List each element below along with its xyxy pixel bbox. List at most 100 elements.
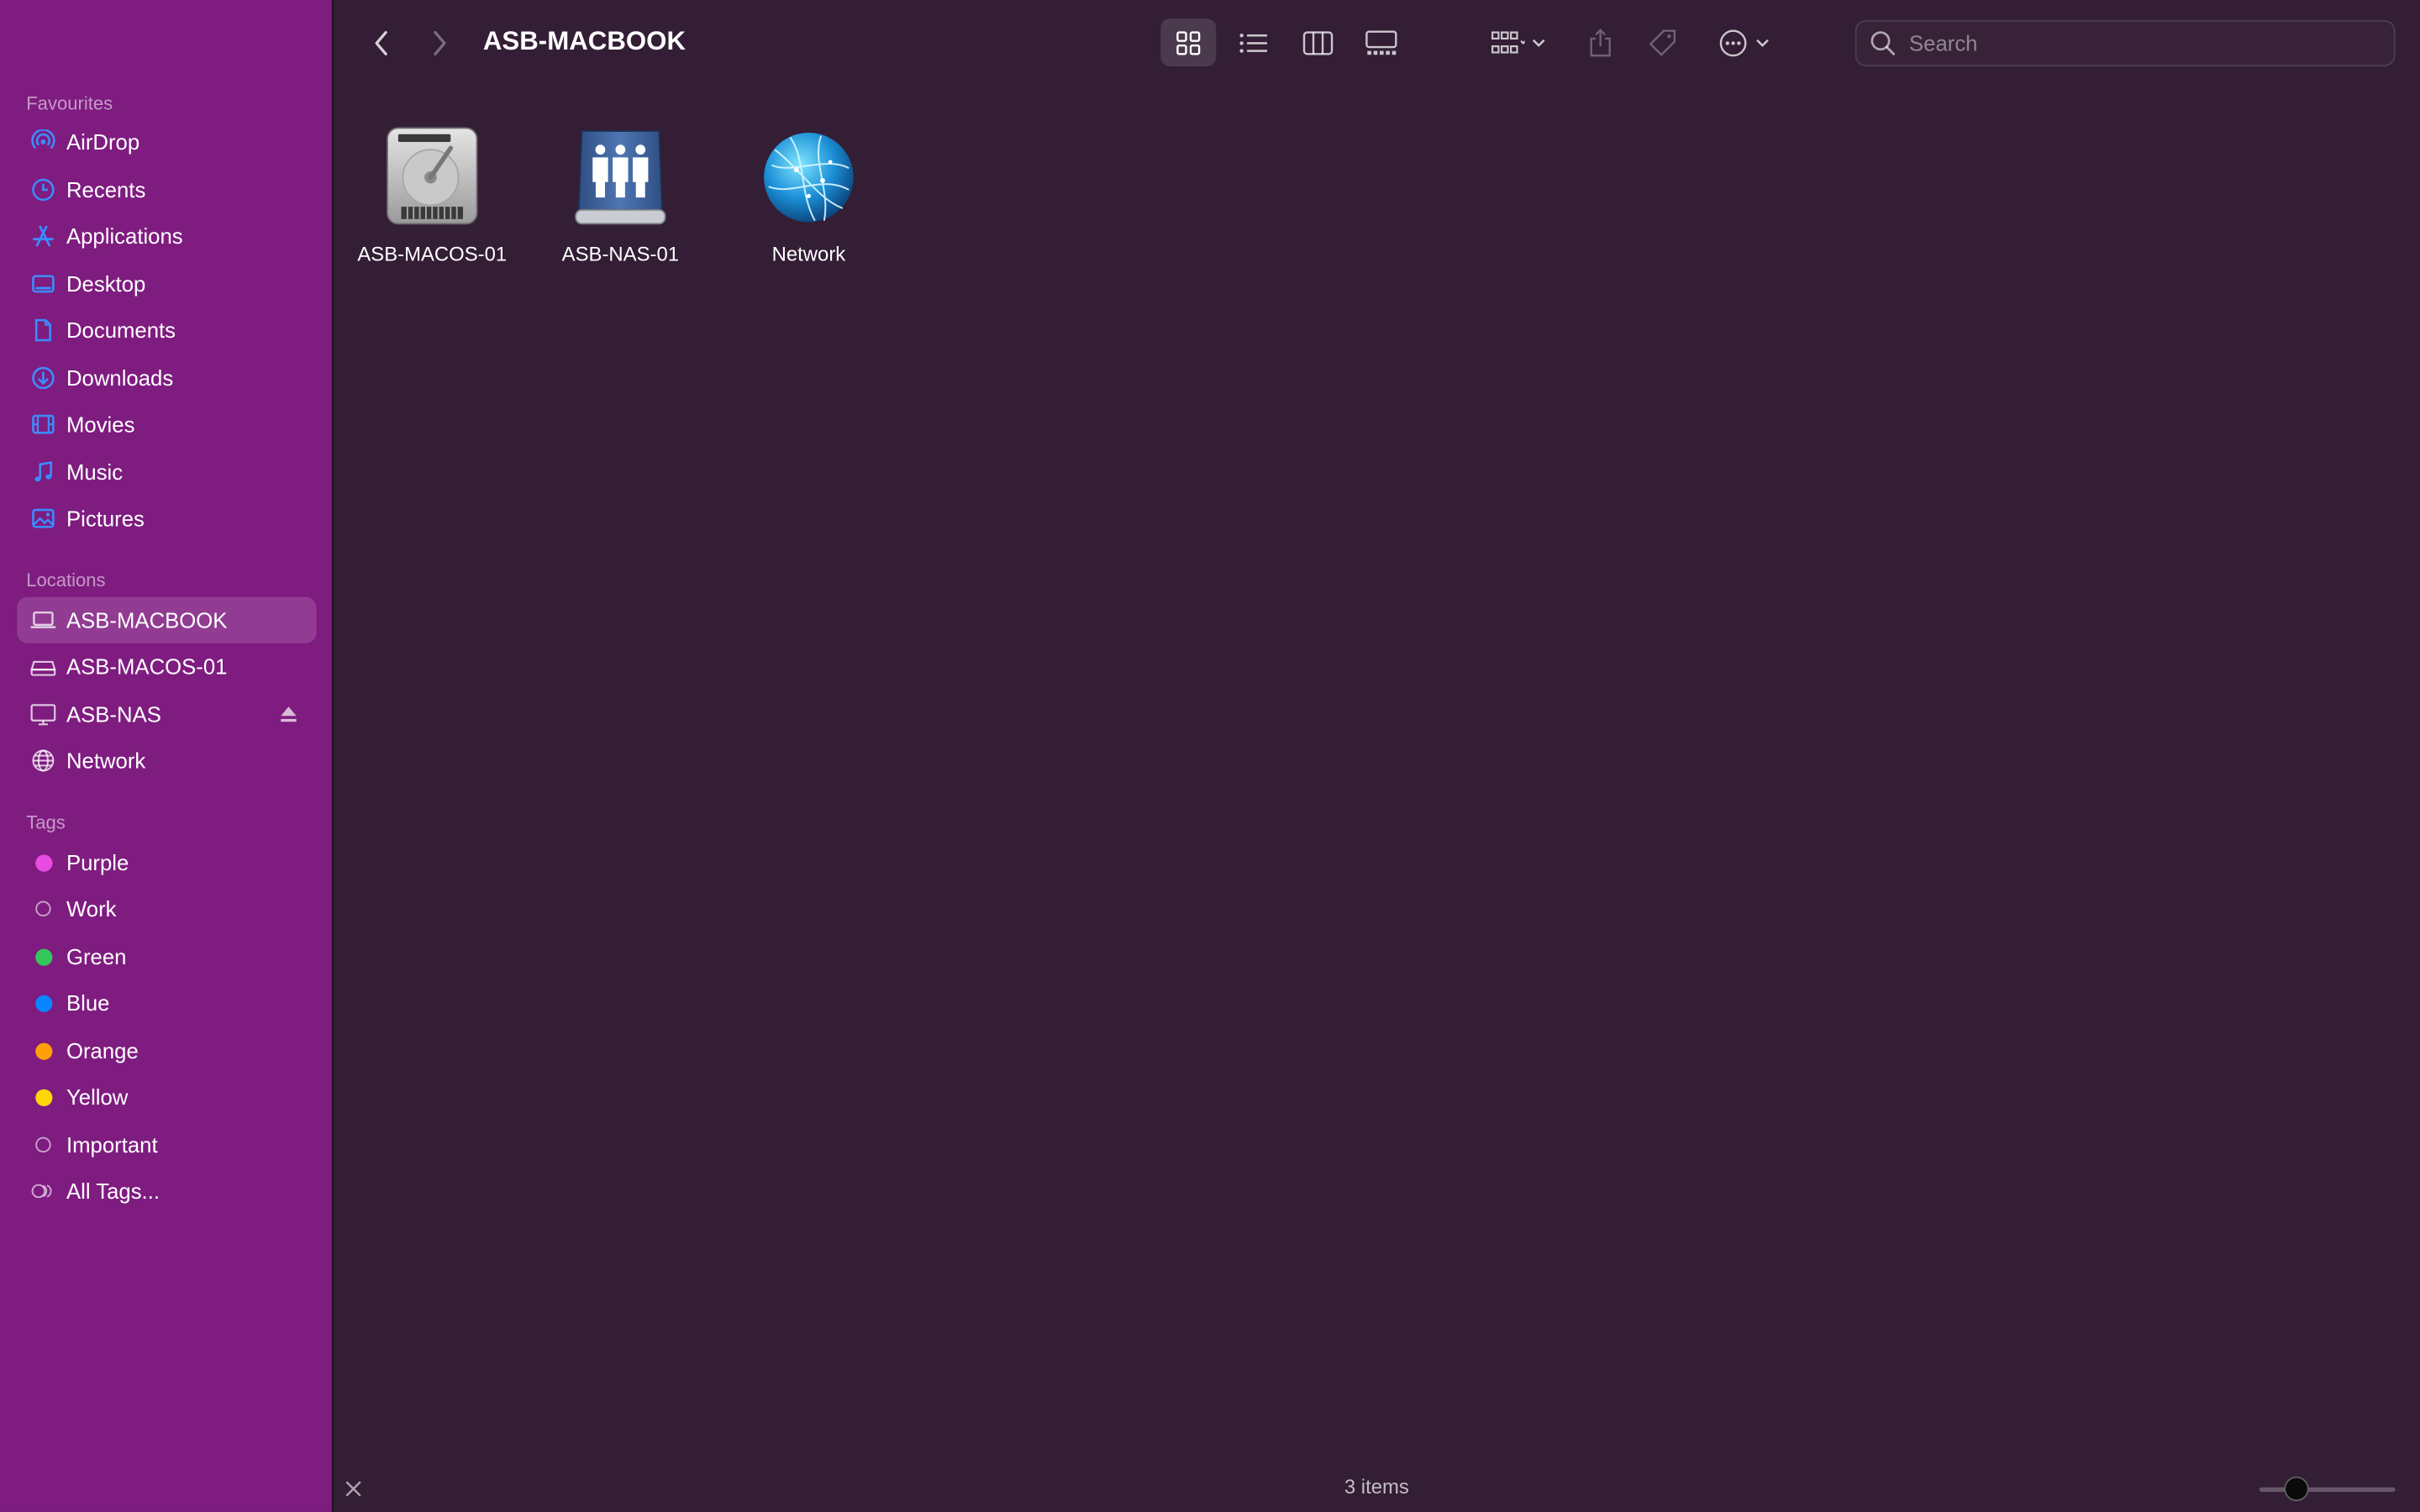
sidebar-item-label: Music [66, 459, 124, 485]
favourites-header: Favourites [26, 92, 113, 114]
clock-icon [29, 176, 57, 203]
sidebar-tag-orange[interactable]: Orange [17, 1027, 316, 1074]
sidebar-item-label: ASB-MACOS-01 [66, 654, 228, 680]
gallery-icon [1365, 29, 1397, 55]
toolbar: ASB-MACBOOK [334, 0, 2420, 87]
sidebar-item-movies[interactable]: Movies [17, 402, 316, 448]
hard-disk-icon [378, 123, 487, 232]
sidebar-item-label: Applications [66, 223, 183, 249]
tag-dot-icon [34, 853, 52, 871]
sidebar-item-label: Green [66, 944, 127, 969]
status-bar: 3 items [334, 1466, 2420, 1512]
file-item-asb-nas-01[interactable]: ASB-NAS-01 [535, 123, 705, 265]
window-title: ASB-MACBOOK [482, 26, 687, 56]
sidebar: Favourites AirDrop Recents Applications … [0, 0, 334, 1512]
tag-dot-icon [34, 1088, 52, 1105]
list-view-button[interactable] [1225, 18, 1281, 66]
sidebar-item-label: ASB-NAS [66, 701, 161, 727]
chevron-right-icon [434, 30, 446, 55]
sidebar-item-pictures[interactable]: Pictures [17, 496, 316, 542]
tag-dot-icon [35, 900, 51, 916]
laptop-icon [29, 606, 57, 634]
file-grid: ASB-MACOS-01 ASB-NAS-01 Network [334, 87, 2420, 1466]
sidebar-item-label: Movies [66, 412, 135, 437]
all-tags-icon [29, 1177, 57, 1205]
sidebar-tag-purple[interactable]: Purple [17, 839, 316, 885]
forward-button[interactable] [420, 22, 460, 65]
back-button[interactable] [361, 22, 402, 65]
sidebar-item-airdrop[interactable]: AirDrop [17, 118, 316, 165]
group-by-button[interactable] [1481, 18, 1555, 66]
search-input[interactable] [1906, 29, 2375, 57]
monitor-icon [29, 701, 57, 728]
sidebar-item-recents[interactable]: Recents [17, 166, 316, 213]
sidebar-item-label: AirDrop [66, 129, 140, 155]
sidebar-item-label: Blue [66, 990, 110, 1016]
file-item-label: ASB-MACOS-01 [357, 242, 508, 265]
gallery-view-button[interactable] [1354, 18, 1409, 66]
sidebar-item-label: Important [66, 1132, 158, 1158]
file-item-label: Network [771, 242, 846, 265]
sidebar-tag-work[interactable]: Work [17, 885, 316, 932]
sidebar-tag-important[interactable]: Important [17, 1121, 316, 1168]
tag-button[interactable] [1642, 18, 1682, 66]
tag-dot-icon [35, 1137, 51, 1153]
more-actions-button[interactable] [1710, 18, 1778, 66]
sidebar-item-label: Desktop [66, 271, 146, 297]
list-icon [1239, 33, 1267, 52]
download-icon [29, 364, 57, 391]
airdrop-icon [29, 128, 57, 155]
sidebar-item-label: Orange [66, 1038, 139, 1063]
sidebar-item-label: All Tags... [66, 1179, 160, 1204]
eject-icon[interactable] [279, 704, 297, 726]
file-item-label: ASB-NAS-01 [561, 242, 680, 265]
group-by-icon [1491, 30, 1525, 53]
sidebar-item-label: Network [66, 748, 146, 774]
sidebar-item-label: Work [66, 896, 117, 921]
file-item-network[interactable]: Network [723, 123, 893, 265]
slider-knob[interactable] [2284, 1476, 2309, 1502]
file-item-asb-macos-01[interactable]: ASB-MACOS-01 [347, 123, 517, 265]
tag-dot-icon [34, 1042, 52, 1059]
sidebar-tag-blue[interactable]: Blue [17, 979, 316, 1026]
sidebar-tag-all-tags[interactable]: All Tags... [17, 1168, 316, 1214]
locations-header: Locations [26, 569, 106, 591]
chevron-down-icon [1756, 38, 1769, 47]
chevron-left-icon [375, 30, 387, 55]
tags-header: Tags [26, 811, 66, 833]
columns-icon [1302, 30, 1334, 55]
globe-icon [29, 747, 57, 774]
sidebar-item-label: Documents [66, 318, 176, 343]
search-icon [1870, 31, 1896, 55]
more-icon [1719, 29, 1747, 56]
sidebar-tag-green[interactable]: Green [17, 933, 316, 979]
grid-icon [1176, 30, 1201, 55]
sidebar-item-desktop[interactable]: Desktop [17, 260, 316, 307]
network-globe-icon [755, 123, 863, 232]
sidebar-item-label: Downloads [66, 365, 174, 391]
music-note-icon [29, 458, 57, 486]
column-view-button[interactable] [1290, 18, 1345, 66]
sidebar-tag-yellow[interactable]: Yellow [17, 1074, 316, 1120]
desktop-icon [29, 270, 57, 297]
drive-icon [29, 653, 57, 680]
sidebar-item-music[interactable]: Music [17, 449, 316, 495]
sidebar-item-asb-macbook[interactable]: ASB-MACBOOK [17, 596, 317, 643]
sidebar-item-label: Recents [66, 177, 146, 202]
icon-view-button[interactable] [1160, 18, 1217, 66]
search-field[interactable] [1854, 19, 2396, 66]
film-icon [29, 411, 57, 438]
sidebar-item-network[interactable]: Network [17, 738, 316, 784]
applications-icon [29, 222, 57, 249]
icon-size-slider[interactable] [2259, 1476, 2396, 1502]
sidebar-item-documents[interactable]: Documents [17, 307, 316, 354]
sidebar-item-applications[interactable]: Applications [17, 213, 316, 259]
sidebar-item-downloads[interactable]: Downloads [17, 354, 316, 401]
tag-dot-icon [34, 994, 52, 1011]
sidebar-item-asb-macos-01[interactable]: ASB-MACOS-01 [17, 643, 316, 690]
tag-icon [1649, 29, 1676, 55]
sidebar-item-asb-nas[interactable]: ASB-NAS [17, 691, 316, 738]
chevron-down-icon [1532, 38, 1545, 47]
item-count: 3 items [1344, 1474, 1409, 1499]
share-button[interactable] [1581, 18, 1621, 66]
